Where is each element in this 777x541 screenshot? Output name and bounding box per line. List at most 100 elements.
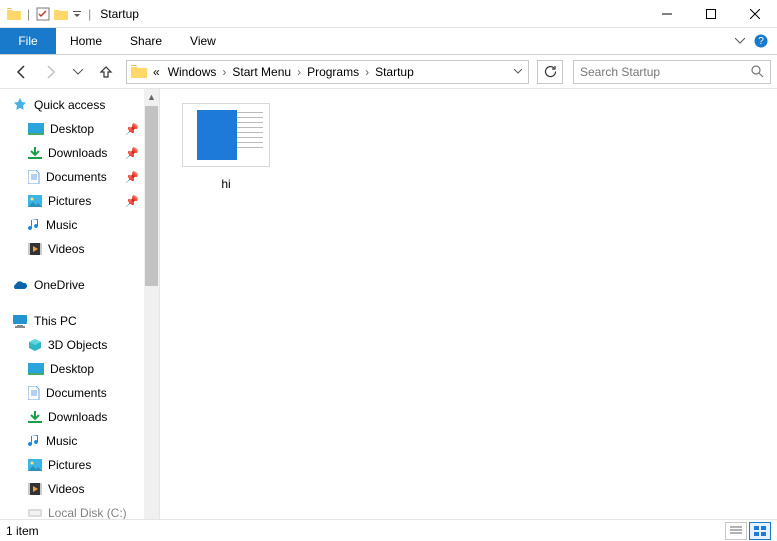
ribbon-expand-icon[interactable] — [735, 28, 751, 54]
desktop-icon — [28, 123, 44, 135]
tree-label: Downloads — [48, 146, 107, 160]
tab-view[interactable]: View — [176, 28, 230, 54]
breadcrumb-startup[interactable]: Startup — [371, 65, 418, 79]
refresh-button[interactable] — [537, 60, 563, 84]
breadcrumb-prefix[interactable]: « — [149, 65, 164, 79]
tab-home[interactable]: Home — [56, 28, 116, 54]
app-folder-icon — [6, 6, 22, 22]
scroll-thumb[interactable] — [145, 106, 158, 286]
tree-pc-documents[interactable]: Documents — [0, 381, 159, 405]
tree-3dobjects[interactable]: 3D Objects — [0, 333, 159, 357]
pin-icon: 📌 — [125, 123, 139, 136]
downloads-icon — [28, 146, 42, 160]
chevron-right-icon[interactable]: › — [295, 65, 303, 79]
separator: | — [85, 7, 94, 21]
separator: | — [24, 7, 33, 21]
tree-label: Videos — [48, 482, 84, 496]
pin-icon: 📌 — [125, 171, 139, 184]
tree-label: 3D Objects — [48, 338, 107, 352]
tree-label: Quick access — [34, 98, 105, 112]
search-icon — [751, 65, 764, 78]
details-view-button[interactable] — [725, 522, 747, 540]
file-list[interactable]: hi — [160, 89, 777, 519]
tab-share[interactable]: Share — [116, 28, 176, 54]
documents-icon — [28, 386, 40, 400]
navigation-pane[interactable]: Quick access Desktop 📌 Downloads 📌 Docum… — [0, 89, 160, 519]
qat-properties-icon[interactable] — [35, 6, 51, 22]
tree-onedrive[interactable]: OneDrive — [0, 273, 159, 297]
videos-icon — [28, 483, 42, 495]
window-title: Startup — [94, 7, 139, 21]
desktop-icon — [28, 363, 44, 375]
3d-icon — [28, 338, 42, 352]
qat-newfolder-icon[interactable] — [53, 6, 69, 22]
tree-pc-music[interactable]: Music — [0, 429, 159, 453]
search-input[interactable]: Search Startup — [573, 60, 771, 84]
chevron-right-icon[interactable]: › — [220, 65, 228, 79]
breadcrumb-windows[interactable]: Windows — [164, 65, 221, 79]
help-icon[interactable]: ? — [751, 28, 777, 54]
up-button[interactable] — [94, 60, 118, 84]
tree-pictures[interactable]: Pictures 📌 — [0, 189, 159, 213]
tree-local-disk[interactable]: Local Disk (C:) — [0, 501, 159, 519]
back-button[interactable] — [10, 60, 34, 84]
tree-label: Pictures — [48, 458, 91, 472]
breadcrumb-startmenu[interactable]: Start Menu — [228, 65, 295, 79]
chevron-right-icon[interactable]: › — [363, 65, 371, 79]
scroll-up-icon[interactable]: ▲ — [144, 89, 159, 105]
tree-downloads[interactable]: Downloads 📌 — [0, 141, 159, 165]
title-bar: | | Startup — [0, 0, 777, 28]
tree-this-pc[interactable]: This PC — [0, 309, 159, 333]
disk-icon — [28, 507, 42, 519]
svg-text:?: ? — [758, 36, 764, 47]
forward-button[interactable] — [38, 60, 62, 84]
tree-label: Pictures — [48, 194, 91, 208]
minimize-button[interactable] — [645, 0, 689, 28]
tree-pc-videos[interactable]: Videos — [0, 477, 159, 501]
file-tab[interactable]: File — [0, 28, 56, 54]
tree-pc-pictures[interactable]: Pictures — [0, 453, 159, 477]
tree-label: Downloads — [48, 410, 107, 424]
tree-label: Documents — [46, 170, 107, 184]
tree-label: Desktop — [50, 362, 94, 376]
music-icon — [28, 434, 40, 448]
search-placeholder: Search Startup — [580, 65, 660, 79]
address-bar[interactable]: « Windows › Start Menu › Programs › Star… — [126, 60, 529, 84]
address-dropdown-icon[interactable] — [510, 69, 526, 74]
ribbon: File Home Share View ? — [0, 28, 777, 55]
item-count: 1 item — [6, 524, 39, 538]
pc-icon — [12, 315, 28, 328]
file-item[interactable]: hi — [176, 103, 276, 191]
close-button[interactable] — [733, 0, 777, 28]
file-name: hi — [176, 177, 276, 191]
documents-icon — [28, 170, 40, 184]
tree-desktop[interactable]: Desktop 📌 — [0, 117, 159, 141]
pictures-icon — [28, 459, 42, 471]
tree-label: Videos — [48, 242, 84, 256]
downloads-icon — [28, 410, 42, 424]
qat-dropdown-icon[interactable] — [71, 10, 83, 18]
pin-icon: 📌 — [125, 195, 139, 208]
tree-label: Documents — [46, 386, 107, 400]
videos-icon — [28, 243, 42, 255]
folder-icon — [129, 62, 149, 82]
pin-icon: 📌 — [125, 147, 139, 160]
tree-label: Local Disk (C:) — [48, 506, 127, 519]
pictures-icon — [28, 195, 42, 207]
tree-scrollbar[interactable]: ▲ — [144, 89, 159, 519]
tree-videos[interactable]: Videos — [0, 237, 159, 261]
recent-locations-button[interactable] — [66, 60, 90, 84]
tree-label: This PC — [34, 314, 77, 328]
tree-documents[interactable]: Documents 📌 — [0, 165, 159, 189]
tree-pc-downloads[interactable]: Downloads — [0, 405, 159, 429]
tree-music[interactable]: Music — [0, 213, 159, 237]
breadcrumb-programs[interactable]: Programs — [303, 65, 363, 79]
tree-pc-desktop[interactable]: Desktop — [0, 357, 159, 381]
large-icons-view-button[interactable] — [749, 522, 771, 540]
tree-quick-access[interactable]: Quick access — [0, 93, 159, 117]
tree-label: Music — [46, 218, 77, 232]
maximize-button[interactable] — [689, 0, 733, 28]
tree-label: Music — [46, 434, 77, 448]
onedrive-icon — [12, 280, 28, 291]
tree-label: OneDrive — [34, 278, 85, 292]
